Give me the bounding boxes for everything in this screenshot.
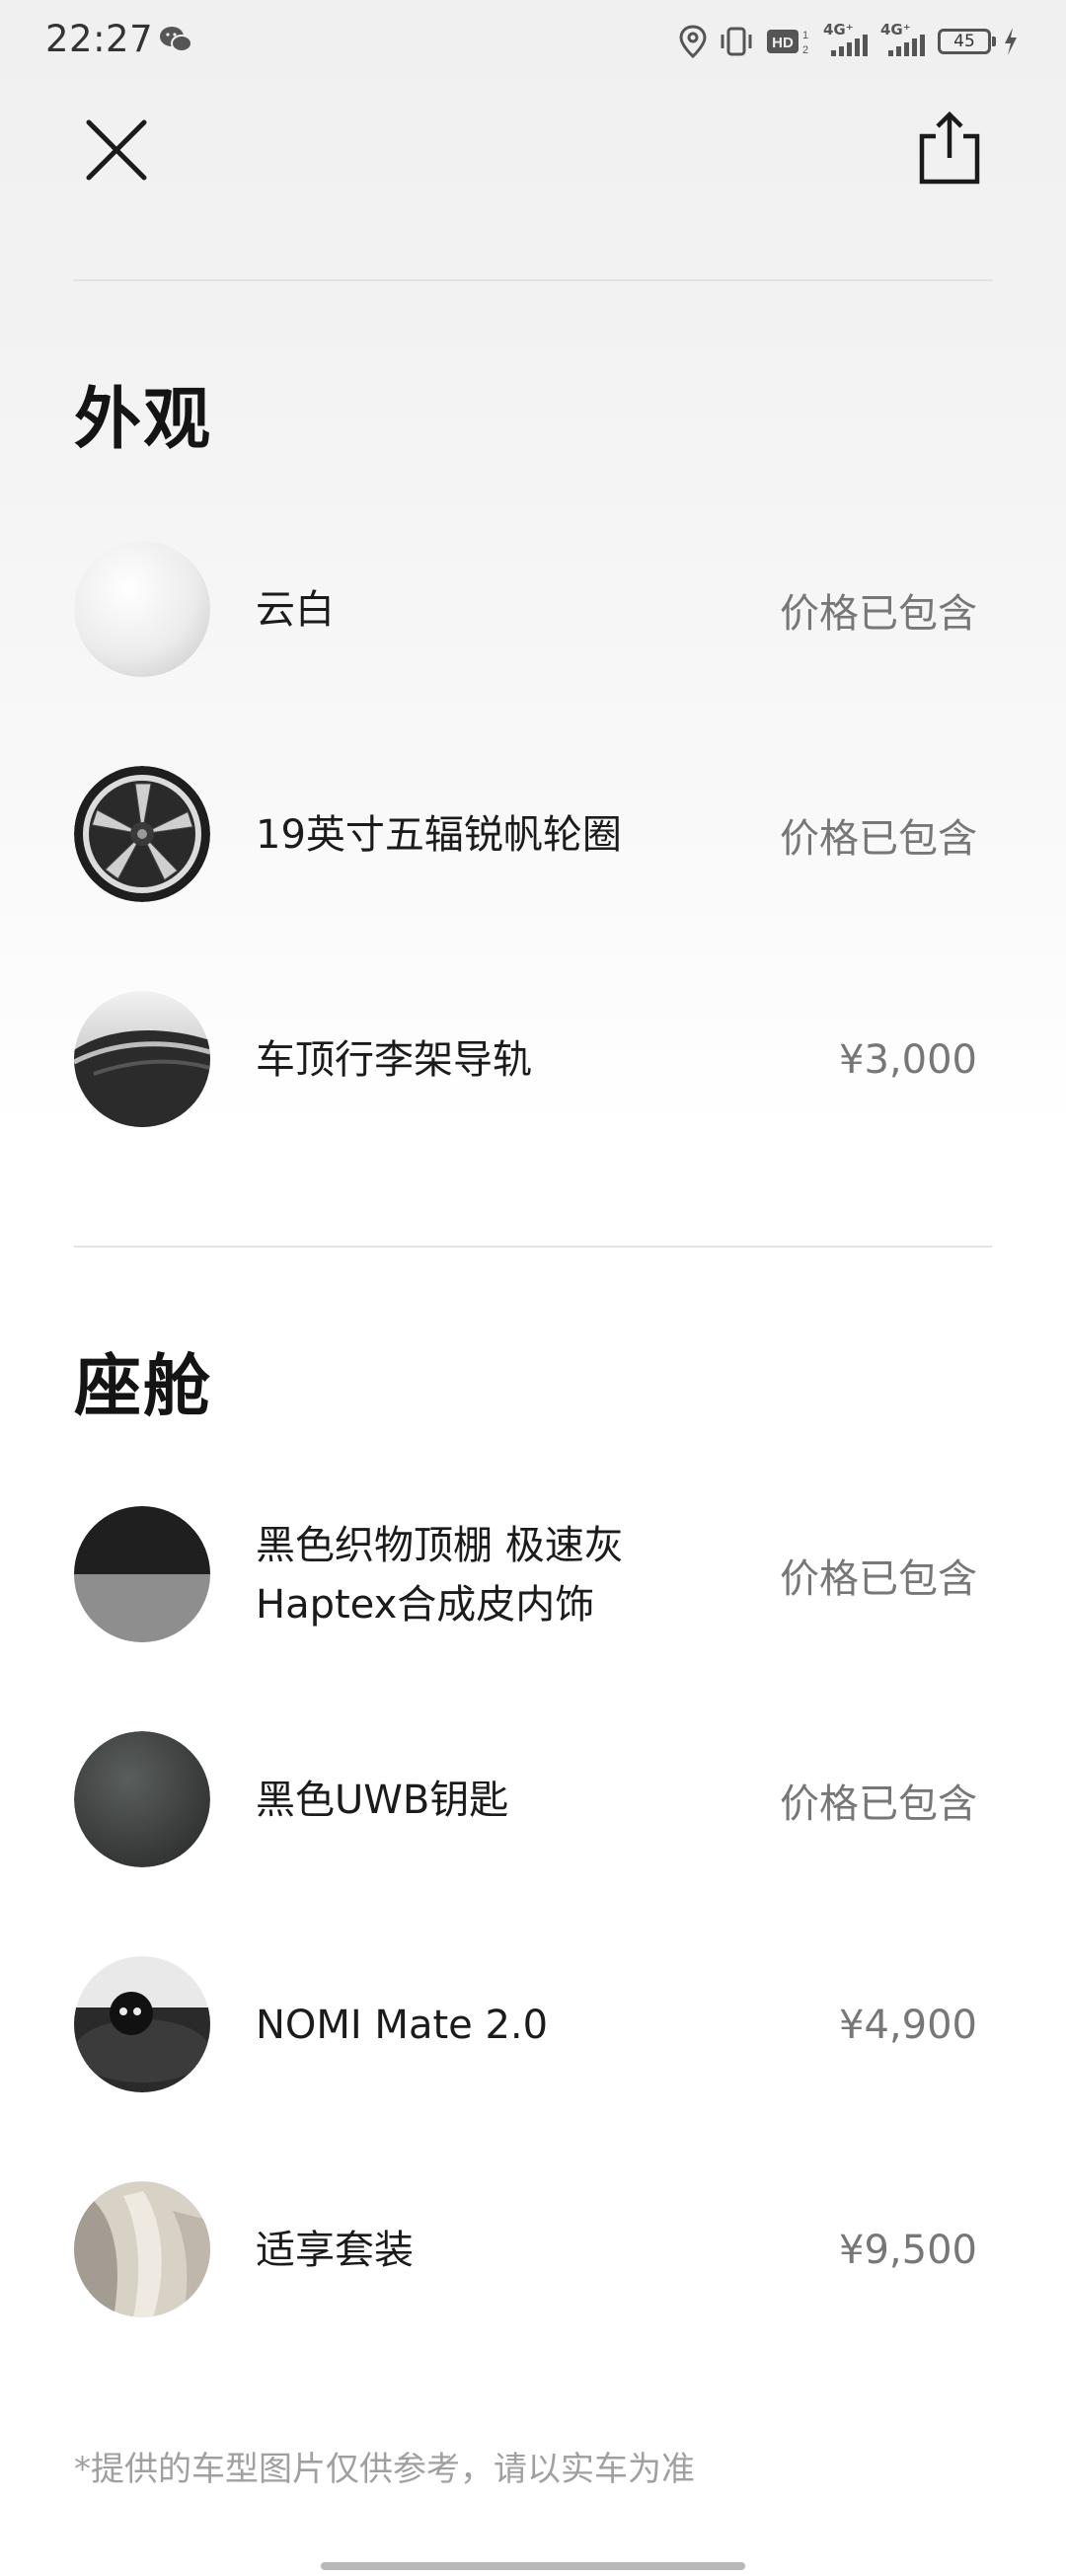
option-row-paint[interactable]: 云白 价格已包含: [74, 541, 977, 679]
option-name: 19英寸五辐锐帆轮圈: [256, 812, 622, 858]
signal-icon: [831, 35, 868, 56]
home-indicator[interactable]: [321, 2562, 745, 2570]
close-icon[interactable]: [77, 111, 156, 189]
signal-1: 4G⁺: [823, 21, 869, 58]
section-title-exterior: 外观: [74, 381, 213, 459]
charging-icon: [1005, 28, 1017, 55]
option-price: ¥3,000: [839, 1037, 977, 1083]
uwb-key-thumbnail: [74, 1731, 210, 1867]
status-icons: HD 1 2 4G⁺ 4G⁺ 45: [679, 20, 1019, 63]
roof-rail-thumbnail: [74, 991, 210, 1127]
hd-icon: HD 1 2: [767, 30, 808, 56]
option-row-uwb-key[interactable]: 黑色UWB钥匙 价格已包含: [74, 1731, 977, 1869]
signal-icon: [888, 35, 925, 56]
wheel-thumbnail: [74, 766, 210, 902]
option-row-roof-rail[interactable]: 车顶行李架导轨 ¥3,000: [74, 991, 977, 1129]
option-name: 云白: [256, 587, 335, 633]
location-icon: [679, 25, 707, 58]
option-name: 黑色织物顶棚 极速灰Haptex合成皮内饰: [256, 1523, 624, 1628]
option-price: 价格已包含: [780, 1556, 977, 1602]
wechat-icon: [160, 27, 192, 52]
disclaimer-text: *提供的车型图片仅供参考，请以实车为准: [74, 2450, 695, 2489]
cloud-white-paint-swatch: [74, 541, 210, 677]
svg-text:HD: HD: [772, 35, 794, 51]
vibrate-icon: [721, 27, 752, 56]
battery-indicator: 45: [938, 29, 996, 54]
interior-thumbnail: [74, 1506, 210, 1642]
svg-text:2: 2: [802, 44, 808, 56]
option-price: 价格已包含: [780, 591, 977, 637]
option-name: NOMI Mate 2.0: [256, 2003, 549, 2048]
option-row-wheel[interactable]: 19英寸五辐锐帆轮圈 价格已包含: [74, 766, 977, 904]
option-name: 黑色UWB钥匙: [256, 1778, 509, 1823]
share-icon[interactable]: [908, 107, 991, 189]
option-row-nomi[interactable]: NOMI Mate 2.0 ¥4,900: [74, 1956, 977, 2094]
comfort-pack-thumbnail: [74, 2181, 210, 2317]
nomi-thumbnail: [74, 1956, 210, 2092]
svg-text:1: 1: [802, 30, 808, 41]
signal-2: 4G⁺: [880, 21, 926, 58]
option-price: 价格已包含: [780, 1781, 977, 1827]
section-title-cabin: 座舱: [74, 1348, 213, 1426]
option-price: 价格已包含: [780, 816, 977, 862]
option-row-interior[interactable]: 黑色织物顶棚 极速灰Haptex合成皮内饰 价格已包含: [74, 1506, 977, 1644]
option-name: 适享套装: [256, 2228, 414, 2273]
option-name: 车顶行李架导轨: [256, 1037, 532, 1083]
option-price: ¥4,900: [839, 2003, 977, 2048]
option-row-comfort-pack[interactable]: 适享套装 ¥9,500: [74, 2181, 977, 2319]
divider-section: [74, 1246, 992, 1248]
status-time: 22:27: [45, 18, 154, 60]
divider-top: [74, 279, 992, 281]
status-bar: 22:27 HD 1 2 4G⁺ 4G⁺ 45: [0, 0, 1066, 83]
option-price: ¥9,500: [839, 2228, 977, 2273]
